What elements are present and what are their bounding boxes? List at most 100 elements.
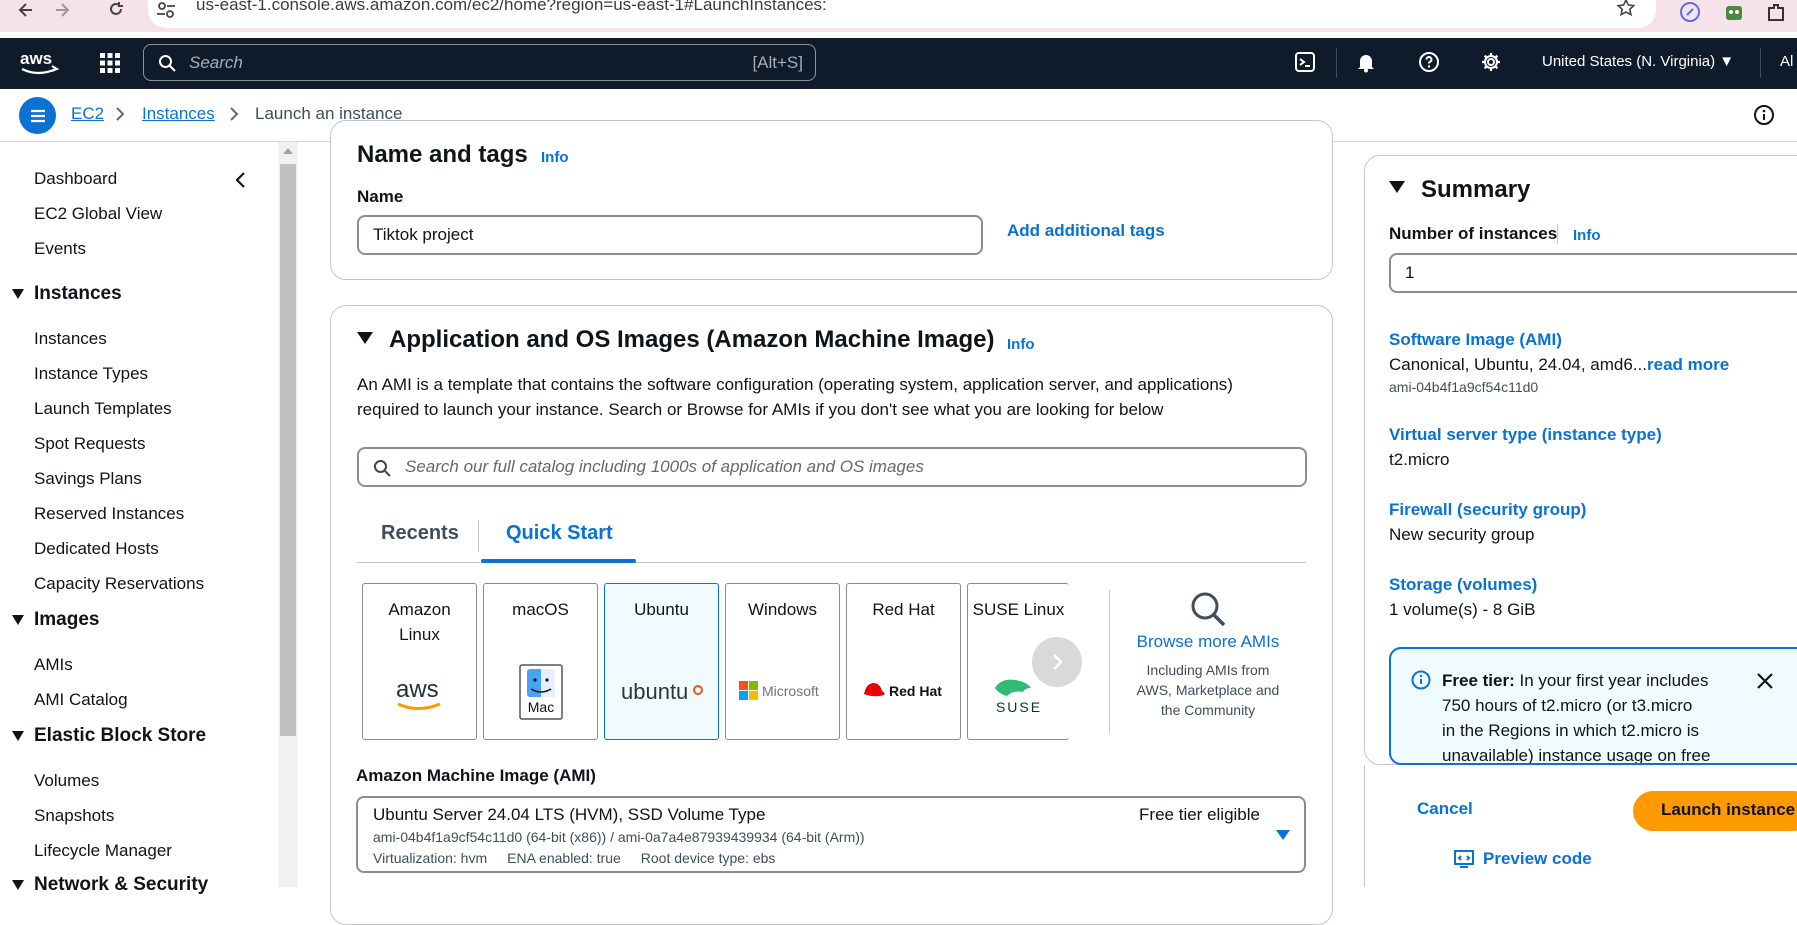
instance-name-value: Tiktok project: [373, 225, 474, 244]
nav-section-network[interactable]: Network & Security: [12, 874, 208, 896]
region-selector[interactable]: United States (N. Virginia) ▼: [1542, 53, 1734, 70]
os-card-amazon-linux[interactable]: Amazon Linux aws: [362, 583, 477, 740]
nav-ec2-global-view[interactable]: EC2 Global View: [34, 204, 162, 224]
nav-snapshots[interactable]: Snapshots: [34, 806, 114, 826]
extension-icon[interactable]: [1679, 1, 1701, 23]
settings-gear-icon[interactable]: [1480, 51, 1502, 73]
nav-section-instances[interactable]: Instances: [12, 283, 122, 305]
global-search-input[interactable]: Search [Alt+S]: [143, 44, 816, 81]
puzzle-extension-icon[interactable]: [1765, 1, 1787, 23]
url-text: us-east-1.console.aws.amazon.com/ec2/hom…: [196, 0, 827, 14]
nav-volumes[interactable]: Volumes: [34, 771, 99, 791]
preview-code-button[interactable]: Preview code: [1453, 849, 1592, 869]
site-info-icon[interactable]: [154, 0, 178, 20]
nav-spot-requests[interactable]: Spot Requests: [34, 434, 146, 454]
ami-select[interactable]: Ubuntu Server 24.04 LTS (HVM), SSD Volum…: [356, 796, 1306, 873]
os-logo-text: ubuntu: [621, 679, 688, 704]
free-tier-alert: Free tier: In your first year includes 7…: [1389, 647, 1797, 765]
browse-more-description: Including AMIs from AWS, Marketplace and…: [1123, 660, 1293, 720]
carousel-next-button[interactable]: [1032, 637, 1082, 687]
notifications-bell-icon[interactable]: [1355, 51, 1377, 73]
os-card-label: SUSE Linux: [972, 600, 1065, 619]
ami-ena: ENA enabled: true: [507, 850, 621, 866]
instances-info-link[interactable]: Info: [1573, 227, 1601, 244]
nav-section-images-label: Images: [34, 609, 100, 630]
os-card-red-hat[interactable]: Red Hat Red Hat: [846, 583, 961, 740]
robot-extension-icon[interactable]: [1723, 1, 1745, 23]
account-menu[interactable]: Al: [1780, 53, 1793, 70]
nav-events[interactable]: Events: [34, 239, 86, 259]
instance-type-value: t2.micro: [1389, 450, 1450, 469]
breadcrumb-instances[interactable]: Instances: [142, 104, 215, 124]
cancel-button[interactable]: Cancel: [1417, 799, 1473, 819]
tab-divider: [478, 520, 479, 552]
nav-dedicated-hosts[interactable]: Dedicated Hosts: [34, 539, 159, 559]
caret-down-icon: [12, 615, 24, 625]
bookmark-star-icon[interactable]: [1616, 0, 1636, 18]
info-circle-icon: [1411, 670, 1431, 690]
storage-link[interactable]: Storage (volumes): [1389, 575, 1537, 595]
ami-search-input[interactable]: Search our full catalog including 1000s …: [357, 447, 1307, 487]
nav-capacity-reservations[interactable]: Capacity Reservations: [34, 574, 204, 594]
search-shortcut: [Alt+S]: [752, 53, 803, 72]
nav-launch-templates[interactable]: Launch Templates: [34, 399, 172, 419]
nav-section-images[interactable]: Images: [12, 609, 99, 631]
os-card-macos[interactable]: macOS Mac: [483, 583, 598, 740]
os-card-windows[interactable]: Windows Microsoft: [725, 583, 840, 740]
side-nav-toggle-button[interactable]: [19, 97, 56, 134]
nav-ami-catalog[interactable]: AMI Catalog: [34, 690, 128, 710]
free-tier-message: Free tier: In your first year includes 7…: [1442, 668, 1710, 763]
security-group-link[interactable]: Firewall (security group): [1389, 500, 1586, 520]
ami-info-link[interactable]: Info: [1007, 336, 1035, 353]
preview-code-label: Preview code: [1483, 849, 1592, 868]
preview-code-icon: [1454, 850, 1474, 868]
os-card-ubuntu[interactable]: Ubuntu ubuntu: [604, 583, 719, 740]
name-info-link[interactable]: Info: [541, 149, 569, 166]
nav-reserved-instances[interactable]: Reserved Instances: [34, 504, 184, 524]
ami-description-line: required to launch your instance. Search…: [357, 400, 1164, 419]
cloudshell-icon[interactable]: [1294, 51, 1316, 73]
os-card-label-line: Amazon: [388, 600, 451, 619]
nav-dashboard[interactable]: Dashboard: [34, 169, 117, 189]
reload-icon[interactable]: [104, 0, 128, 20]
read-more-link[interactable]: read more: [1647, 355, 1729, 374]
caret-down-icon[interactable]: [1389, 181, 1405, 193]
collapse-nav-icon[interactable]: [233, 171, 247, 189]
storage-value: 1 volume(s) - 8 GiB: [1389, 600, 1536, 619]
nav-amis[interactable]: AMIs: [34, 655, 73, 675]
ami-virtualization: Virtualization: hvm: [373, 850, 488, 866]
info-panel-icon[interactable]: [1753, 104, 1775, 126]
os-logo-text: Mac: [527, 699, 553, 715]
back-arrow-icon[interactable]: [14, 0, 38, 20]
breadcrumb-ec2[interactable]: EC2: [71, 104, 104, 124]
instance-name-input[interactable]: Tiktok project: [357, 215, 983, 255]
close-icon[interactable]: [1756, 672, 1774, 690]
caret-down-icon[interactable]: [357, 332, 373, 344]
side-navigation: Dashboard EC2 Global View Events Instanc…: [0, 142, 298, 895]
nav-savings-plans[interactable]: Savings Plans: [34, 469, 142, 489]
sidebar-scrollbar[interactable]: [278, 142, 298, 887]
nav-instance-types[interactable]: Instance Types: [34, 364, 148, 384]
services-grid-icon[interactable]: [98, 51, 122, 75]
software-image-link[interactable]: Software Image (AMI): [1389, 330, 1562, 350]
help-icon[interactable]: [1418, 51, 1440, 73]
nav-lifecycle-manager[interactable]: Lifecycle Manager: [34, 841, 172, 861]
forward-arrow-icon[interactable]: [50, 0, 74, 20]
chevron-right-icon: [229, 106, 239, 122]
launch-instance-button[interactable]: Launch instance: [1633, 791, 1797, 831]
aws-logo-icon[interactable]: aws: [18, 48, 62, 78]
tab-recents[interactable]: Recents: [381, 522, 459, 545]
free-tier-eligible-badge: Free tier eligible: [1139, 805, 1260, 824]
address-bar[interactable]: us-east-1.console.aws.amazon.com/ec2/hom…: [148, 0, 1656, 28]
nav-section-ebs[interactable]: Elastic Block Store: [12, 725, 206, 747]
tab-quick-start[interactable]: Quick Start: [506, 522, 613, 545]
nav-instances[interactable]: Instances: [34, 329, 107, 349]
browse-more-amis[interactable]: Browse more AMIs Including AMIs from AWS…: [1123, 590, 1293, 720]
browse-more-amis-link[interactable]: Browse more AMIs: [1123, 632, 1293, 652]
os-card-label: Ubuntu: [634, 600, 689, 619]
add-additional-tags-link[interactable]: Add additional tags: [1007, 221, 1165, 241]
scroll-up-arrow-icon[interactable]: [283, 148, 293, 154]
instance-type-link[interactable]: Virtual server type (instance type): [1389, 425, 1662, 445]
scrollbar-thumb[interactable]: [280, 164, 296, 736]
number-of-instances-input[interactable]: 1: [1389, 253, 1797, 293]
